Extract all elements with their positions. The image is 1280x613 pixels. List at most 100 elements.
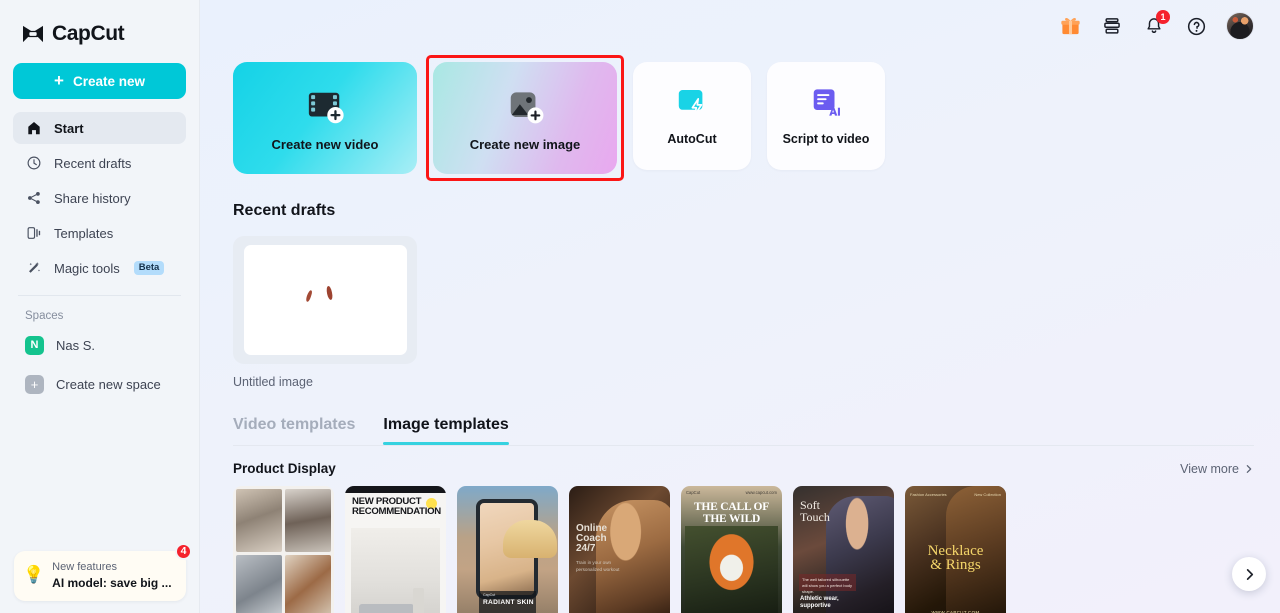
sidebar-item-magic-tools[interactable]: Magic tools Beta xyxy=(13,252,186,284)
action-cards-row: Create new video Create new image xyxy=(200,52,1280,174)
band-text: The well tailored silhouette will show y… xyxy=(802,577,856,594)
headline-line-2: & Rings xyxy=(909,558,1002,572)
brand-left: CapCut xyxy=(686,490,700,495)
card-label: AutoCut xyxy=(667,132,716,146)
recent-drafts-list: Untitled image xyxy=(200,220,1280,389)
view-more-label: View more xyxy=(1180,462,1239,476)
sidebar-item-templates[interactable]: Templates xyxy=(13,217,186,249)
room-photo xyxy=(351,528,440,613)
autocut-icon xyxy=(674,84,710,122)
autocut-card[interactable]: AutoCut xyxy=(633,62,751,170)
plus-icon: + xyxy=(54,72,64,89)
template-card-call-of-the-wild[interactable]: CapCut www.capcut.com THE CALL OF THE WI… xyxy=(681,486,782,613)
template-tabs: Video templates Image templates xyxy=(200,389,1280,445)
template-description-band: The well tailored silhouette will show y… xyxy=(799,574,856,591)
space-item-nas-s[interactable]: N Nas S. xyxy=(0,329,199,361)
phone-frame xyxy=(476,499,538,599)
template-top-bar: CapCut www.capcut.com xyxy=(681,486,782,499)
brand-right: www.capcut.com xyxy=(746,490,777,495)
create-new-button[interactable]: + Create new xyxy=(13,63,186,99)
tab-label: Image templates xyxy=(383,416,508,433)
sidebar-item-share-history[interactable]: Share history xyxy=(13,182,186,214)
capcut-app-window: CapCut + Create new Start Recent drafts xyxy=(0,0,1280,613)
template-headline: Online Coach 24/7 xyxy=(576,524,607,555)
clock-icon xyxy=(25,155,42,172)
headline-line-1: THE CALL OF xyxy=(694,501,769,513)
create-new-image-card[interactable]: Create new image xyxy=(433,62,617,174)
draft-thumbnail xyxy=(244,245,407,355)
lamp-shape xyxy=(413,588,424,613)
tiger-photo xyxy=(685,526,778,613)
template-subtext: Train in your own personalized workout xyxy=(576,560,622,574)
headline-line-2: THE WILD xyxy=(703,513,760,525)
create-new-video-card[interactable]: Create new video xyxy=(233,62,417,174)
collage-cell xyxy=(236,489,282,552)
space-label: Nas S. xyxy=(56,338,95,353)
headline-line-2: Touch xyxy=(800,510,830,524)
template-row-header: Product Display View more xyxy=(200,446,1280,476)
tab-video-templates[interactable]: Video templates xyxy=(233,416,355,445)
user-avatar[interactable] xyxy=(1226,12,1254,40)
draft-card[interactable] xyxy=(233,236,417,364)
sidebar-item-label: Templates xyxy=(54,226,113,241)
sidebar-item-label: Magic tools xyxy=(54,261,120,276)
portrait-hair xyxy=(503,520,557,558)
magic-wand-icon xyxy=(25,260,42,277)
template-card-fashion-collage[interactable] xyxy=(233,486,334,613)
brand-logo[interactable]: CapCut xyxy=(0,0,199,52)
image-plus-icon xyxy=(504,88,546,128)
bell-badge-count: 1 xyxy=(1156,10,1170,24)
home-icon xyxy=(25,120,42,137)
bell-icon[interactable]: 1 xyxy=(1142,14,1166,38)
new-features-promo-card[interactable]: 💡 New features AI model: save big ... 4 xyxy=(14,551,186,601)
headline-line-3: 24/7 xyxy=(576,543,595,554)
sidebar: CapCut + Create new Start Recent drafts xyxy=(0,0,200,613)
help-circle-icon[interactable] xyxy=(1184,14,1208,38)
sidebar-item-label: Share history xyxy=(54,191,131,206)
top-bar: 1 xyxy=(200,0,1280,52)
recent-drafts-title: Recent drafts xyxy=(200,174,1280,220)
sidebar-item-label: Start xyxy=(54,121,84,136)
template-row-title: Product Display xyxy=(233,461,336,476)
template-card-new-product[interactable]: NEW PRODUCT RECOMMENDATION xyxy=(345,486,446,613)
carousel-next-button[interactable] xyxy=(1232,557,1266,591)
template-headline: THE CALL OF THE WILD xyxy=(685,502,778,525)
promo-badge-count: 4 xyxy=(175,543,192,560)
sofa-shape xyxy=(359,604,414,613)
tag-left: Fashion Accessories xyxy=(910,492,947,497)
template-card-radiant-skin[interactable]: CapCut RADIANT SKIN xyxy=(457,486,558,613)
create-new-space-button[interactable]: + Create new space xyxy=(0,368,199,400)
sidebar-item-recent-drafts[interactable]: Recent drafts xyxy=(13,147,186,179)
spaces-section-title: Spaces xyxy=(0,296,199,322)
template-headline: Soft Touch xyxy=(800,499,830,523)
plus-icon: + xyxy=(25,375,44,394)
template-card-online-coach[interactable]: Online Coach 24/7 Train in your own pers… xyxy=(569,486,670,613)
templates-icon xyxy=(25,225,42,242)
chevron-right-icon xyxy=(1244,464,1254,474)
sidebar-nav: Start Recent drafts Share history xyxy=(0,112,199,284)
gift-icon[interactable] xyxy=(1058,14,1082,38)
beta-badge: Beta xyxy=(134,261,165,275)
template-card-soft-touch[interactable]: Soft Touch The well tailored silhouette … xyxy=(793,486,894,613)
caption-text: RADIANT SKIN xyxy=(483,599,534,606)
promo-title: AI model: save big ... xyxy=(52,575,171,591)
card-label: Create new video xyxy=(272,137,379,152)
space-avatar: N xyxy=(25,336,44,355)
space-label: Create new space xyxy=(56,377,161,392)
brand-name: CapCut xyxy=(52,22,124,46)
view-more-link[interactable]: View more xyxy=(1180,462,1254,476)
share-icon xyxy=(25,190,42,207)
lightbulb-icon: 💡 xyxy=(23,565,44,585)
tab-image-templates[interactable]: Image templates xyxy=(383,416,508,445)
template-card-necklace-rings[interactable]: Fashion Accessories New Collection Neckl… xyxy=(905,486,1006,613)
collage-cell xyxy=(285,555,331,613)
capcut-logo-icon xyxy=(21,24,45,44)
film-plus-icon xyxy=(304,88,346,128)
sidebar-item-start[interactable]: Start xyxy=(13,112,186,144)
collage-cell xyxy=(236,555,282,613)
script-to-video-card[interactable]: Script to video xyxy=(767,62,885,170)
storage-icon[interactable] xyxy=(1100,14,1124,38)
create-new-label: Create new xyxy=(73,74,145,89)
promo-eyebrow: New features xyxy=(52,560,171,575)
template-headline: Necklace & Rings xyxy=(909,544,1002,573)
